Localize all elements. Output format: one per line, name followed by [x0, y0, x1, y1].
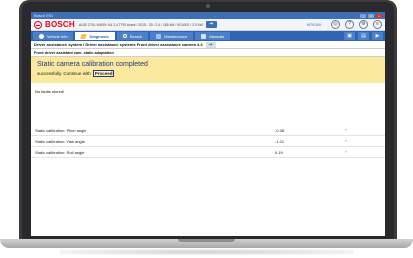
- menu-icon[interactable]: ≡: [373, 20, 382, 29]
- breadcrumb-text: Driver assistance system / Driver assist…: [34, 42, 203, 47]
- status-message: Static camera calibration completed succ…: [31, 57, 385, 83]
- reading-value: -1.01: [275, 138, 285, 144]
- tab-maintenance[interactable]: Maintenance: [150, 32, 194, 40]
- settings-icon[interactable]: ⚙: [359, 20, 368, 29]
- breadcrumb: Driver assistance system / Driver assist…: [31, 41, 385, 49]
- search-icon: [122, 34, 127, 38]
- info-icon: [39, 33, 44, 39]
- message-text: successfully. Continue with: [37, 71, 91, 76]
- tab-label: Maintenance: [164, 33, 188, 39]
- brand-name: BOSCH: [45, 20, 75, 29]
- window-titlebar: Bosch ESI _ □ x: [31, 12, 385, 19]
- tab-vehicle-info[interactable]: Vehicle info: [33, 32, 74, 40]
- table-row: Static calibration: Roll angle 0.19 °: [31, 147, 385, 158]
- tab-search[interactable]: Search: [116, 32, 149, 40]
- reading-value: -0.38: [275, 127, 285, 133]
- proceed-button[interactable]: Proceed: [92, 70, 115, 77]
- app-screen: Bosch ESI _ □ x BOSCH AUDI 27/6 / A4B9 /…: [31, 12, 385, 236]
- table-row: Static calibration: Yaw angle -1.01 °: [31, 136, 385, 147]
- minimize-button[interactable]: _: [360, 13, 366, 18]
- app-header: BOSCH AUDI 27/6 / A4B9 / A4 2.4 TFSI Ava…: [31, 19, 385, 31]
- reading-unit: °: [345, 127, 347, 133]
- window-title: Bosch ESI: [34, 13, 53, 18]
- readings-table: Static calibration: Pitch angle -0.38 ° …: [31, 125, 385, 158]
- header-icons: ◎ ? ⚙ ≡: [331, 20, 382, 29]
- main-nav: Vehicle info Diagnosis Search Maintenanc…: [31, 31, 385, 41]
- list-button[interactable]: ▤: [358, 32, 369, 40]
- breadcrumb-arrow-button[interactable]: ➔: [205, 41, 216, 48]
- tab-manuals[interactable]: Manuals: [195, 32, 231, 40]
- faults-status: No faults stored!: [35, 89, 65, 94]
- reading-name: Static calibration: Roll angle: [35, 149, 85, 155]
- help-icon[interactable]: ?: [345, 20, 354, 29]
- webcam: [206, 4, 210, 8]
- page-subtitle: Front driver assistant cam. static adapt…: [31, 49, 385, 57]
- reading-unit: °: [345, 138, 347, 144]
- manuals-icon: [201, 33, 207, 39]
- tab-label: Diagnosis: [89, 33, 109, 39]
- maintenance-icon: [156, 33, 162, 39]
- close-button[interactable]: x: [376, 13, 382, 18]
- reading-name: Static calibration: Yaw angle: [35, 138, 85, 144]
- maximize-button[interactable]: □: [368, 13, 374, 18]
- laptop-notch: [178, 239, 235, 242]
- window-controls: _ □ x: [360, 13, 382, 18]
- tab-diagnosis[interactable]: Diagnosis: [75, 32, 115, 40]
- message-line: successfully. Continue with Proceed: [37, 70, 379, 77]
- vehicle-info: AUDI 27/6 / A4B9 / A4 2.4 TFSI Avant / 2…: [78, 22, 203, 27]
- message-title: Static camera calibration completed: [37, 61, 148, 68]
- tab-label: Vehicle info: [47, 33, 68, 39]
- tab-label: Search: [129, 33, 143, 39]
- reading-value: 0.19: [275, 149, 283, 155]
- bosch-logo-icon: [34, 20, 42, 29]
- session-code: N79.5/0: [306, 22, 321, 27]
- camera-icon[interactable]: ◎: [331, 20, 340, 29]
- table-row: Static calibration: Pitch angle -0.38 °: [31, 125, 385, 136]
- vehicle-arrow-button[interactable]: ➔: [205, 21, 217, 28]
- tab-label: Manuals: [209, 33, 225, 39]
- diagnosis-icon: [80, 33, 88, 39]
- next-button[interactable]: ▶: [372, 32, 383, 40]
- reading-unit: °: [345, 149, 347, 155]
- print-button[interactable]: ▣: [344, 32, 355, 40]
- nav-actions: ▣ ▤ ▶: [344, 32, 383, 40]
- reading-name: Static calibration: Pitch angle: [35, 127, 87, 133]
- laptop-shadow: [60, 249, 353, 255]
